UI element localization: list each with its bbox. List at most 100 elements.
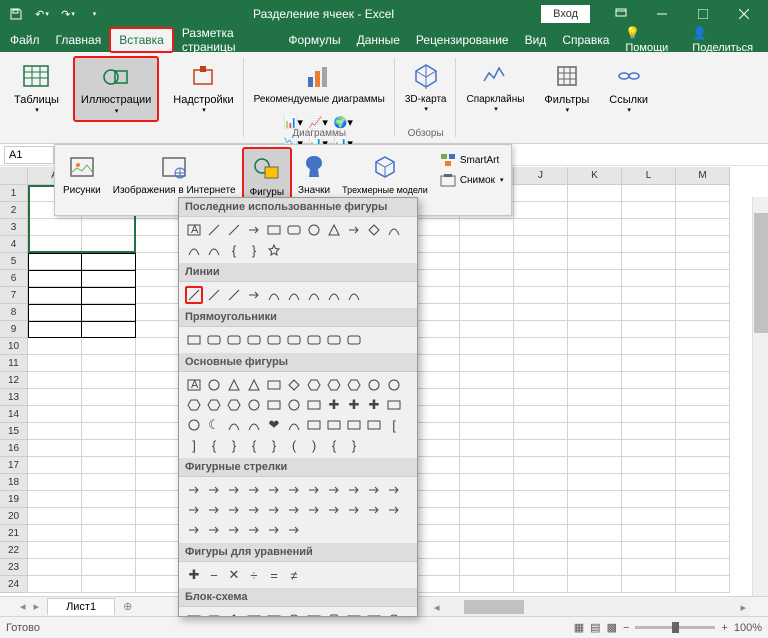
- shape-choice[interactable]: [245, 396, 263, 414]
- shape-choice[interactable]: [225, 331, 243, 349]
- shape-choice[interactable]: {: [325, 436, 343, 454]
- shape-choice[interactable]: [225, 396, 243, 414]
- row-header[interactable]: 14: [0, 406, 28, 423]
- shape-choice[interactable]: [285, 501, 303, 519]
- shape-choice[interactable]: [265, 241, 283, 259]
- shape-choice[interactable]: [265, 396, 283, 414]
- shape-choice[interactable]: ≠: [285, 566, 303, 584]
- shape-choice[interactable]: [305, 331, 323, 349]
- row-header[interactable]: 9: [0, 321, 28, 338]
- shape-choice[interactable]: [225, 481, 243, 499]
- shape-choice[interactable]: [205, 376, 223, 394]
- shape-choice[interactable]: [185, 481, 203, 499]
- shape-choice[interactable]: ]: [185, 436, 203, 454]
- row-header[interactable]: 13: [0, 389, 28, 406]
- shape-choice[interactable]: [365, 481, 383, 499]
- share-button[interactable]: 👤 Поделиться: [684, 22, 766, 58]
- shape-choice[interactable]: [325, 286, 343, 304]
- shape-choice[interactable]: ✚: [345, 396, 363, 414]
- scroll-left-icon[interactable]: ◂: [430, 601, 444, 614]
- view-normal-icon[interactable]: ▦: [574, 621, 584, 634]
- shape-choice[interactable]: [305, 396, 323, 414]
- shape-choice[interactable]: [345, 416, 363, 434]
- col-header[interactable]: M: [676, 167, 730, 185]
- shape-choice[interactable]: [245, 221, 263, 239]
- row-header[interactable]: 23: [0, 559, 28, 576]
- row-header[interactable]: 5: [0, 253, 28, 270]
- shape-choice[interactable]: [205, 331, 223, 349]
- select-all-corner[interactable]: [0, 167, 28, 185]
- shape-choice[interactable]: [185, 416, 203, 434]
- illustrations-button[interactable]: Иллюстрации▾: [73, 56, 159, 122]
- shape-choice[interactable]: [265, 521, 283, 539]
- shape-choice[interactable]: [245, 501, 263, 519]
- shape-choice[interactable]: }: [245, 241, 263, 259]
- shape-choice[interactable]: [285, 331, 303, 349]
- shape-choice[interactable]: ): [305, 436, 323, 454]
- shape-choice[interactable]: [185, 521, 203, 539]
- shape-choice[interactable]: A: [185, 376, 203, 394]
- shape-choice[interactable]: [305, 611, 323, 617]
- shape-choice[interactable]: [185, 501, 203, 519]
- shape-choice[interactable]: {: [225, 241, 243, 259]
- row-header[interactable]: 17: [0, 457, 28, 474]
- recommended-charts-button[interactable]: Рекомендуемые диаграммы: [248, 56, 391, 110]
- shape-choice[interactable]: [285, 221, 303, 239]
- pictures-button[interactable]: Рисунки: [57, 147, 107, 213]
- addins-button[interactable]: Надстройки▾: [167, 56, 239, 122]
- shape-choice[interactable]: [205, 481, 223, 499]
- vertical-scrollbar[interactable]: [752, 197, 768, 598]
- tab-insert[interactable]: Вставка: [109, 27, 174, 53]
- shape-choice[interactable]: [305, 286, 323, 304]
- tab-file[interactable]: Файл: [2, 29, 48, 51]
- row-header[interactable]: 16: [0, 440, 28, 457]
- shape-choice[interactable]: [245, 416, 263, 434]
- sheet-tab-1[interactable]: Лист1: [47, 598, 115, 615]
- save-icon[interactable]: [4, 2, 28, 26]
- screenshot-button[interactable]: Снимок▾: [438, 171, 506, 189]
- view-layout-icon[interactable]: ▤: [590, 621, 600, 634]
- shape-choice[interactable]: [365, 376, 383, 394]
- row-header[interactable]: 15: [0, 423, 28, 440]
- shape-choice[interactable]: [185, 331, 203, 349]
- filters-button[interactable]: Фильтры▾: [538, 56, 595, 122]
- redo-icon[interactable]: ↷▾: [56, 2, 80, 26]
- shape-choice[interactable]: [225, 416, 243, 434]
- shape-choice[interactable]: [345, 376, 363, 394]
- shape-choice[interactable]: [345, 481, 363, 499]
- name-box[interactable]: [4, 146, 54, 164]
- shape-choice[interactable]: }: [265, 436, 283, 454]
- shape-choice[interactable]: [385, 376, 403, 394]
- shape-choice[interactable]: }: [345, 436, 363, 454]
- shape-choice[interactable]: [205, 221, 223, 239]
- tab-home[interactable]: Главная: [48, 29, 110, 51]
- row-header[interactable]: 8: [0, 304, 28, 321]
- shape-choice[interactable]: [385, 396, 403, 414]
- tab-help[interactable]: Справка: [554, 29, 617, 51]
- shape-choice[interactable]: [325, 331, 343, 349]
- scroll-right-icon[interactable]: ▸: [736, 601, 750, 614]
- row-header[interactable]: 7: [0, 287, 28, 304]
- tab-tellme[interactable]: 💡 Помощи: [617, 22, 684, 58]
- shape-choice[interactable]: [225, 501, 243, 519]
- zoom-level[interactable]: 100%: [734, 622, 762, 634]
- shape-choice[interactable]: [285, 376, 303, 394]
- shape-choice[interactable]: [245, 286, 263, 304]
- tab-review[interactable]: Рецензирование: [408, 29, 517, 51]
- shape-choice[interactable]: [185, 286, 203, 304]
- shape-choice[interactable]: [365, 501, 383, 519]
- shape-choice[interactable]: [265, 376, 283, 394]
- zoom-slider[interactable]: [635, 626, 715, 629]
- shape-choice[interactable]: [385, 611, 403, 617]
- shape-choice[interactable]: [285, 521, 303, 539]
- shape-choice[interactable]: [305, 416, 323, 434]
- shape-choice[interactable]: [365, 416, 383, 434]
- shape-choice[interactable]: {: [245, 436, 263, 454]
- shape-choice[interactable]: [285, 396, 303, 414]
- shape-choice[interactable]: [285, 286, 303, 304]
- shape-choice[interactable]: [205, 241, 223, 259]
- shape-choice[interactable]: (: [285, 436, 303, 454]
- col-header[interactable]: J: [514, 167, 568, 185]
- shape-choice[interactable]: [225, 221, 243, 239]
- shape-choice[interactable]: ✚: [365, 396, 383, 414]
